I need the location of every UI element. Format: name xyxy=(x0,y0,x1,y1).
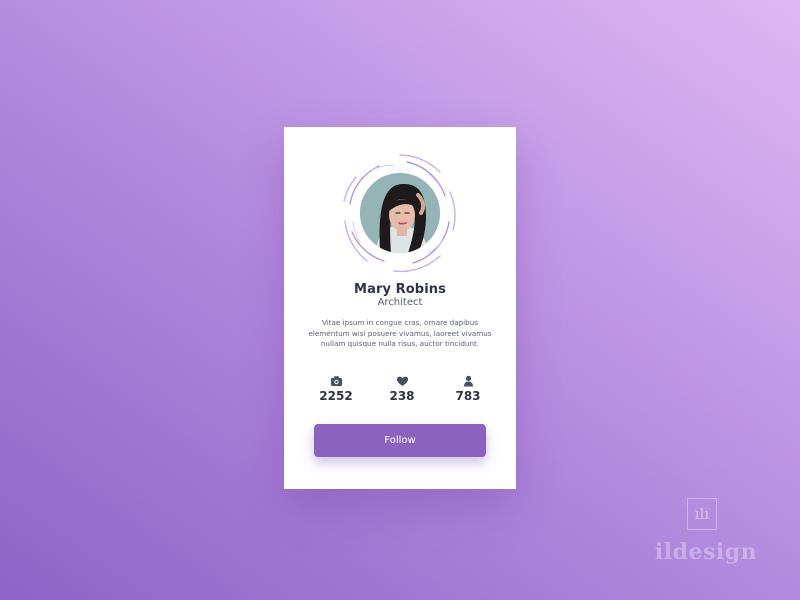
avatar xyxy=(360,173,440,253)
stat-value: 783 xyxy=(455,389,481,403)
profile-photo-icon xyxy=(360,173,440,253)
stat-likes: 238 xyxy=(372,375,432,403)
heart-icon xyxy=(396,376,408,386)
user-icon xyxy=(463,375,473,387)
watermark-logo: ılı xyxy=(687,498,717,530)
watermark-text: ildesign xyxy=(654,539,758,565)
avatar-container xyxy=(339,152,461,274)
stat-followers: 783 xyxy=(438,375,498,403)
profile-name: Mary Robins xyxy=(354,282,446,297)
watermark: ılı ildesign xyxy=(643,495,769,575)
profile-card: Mary Robins Architect Vitae ipsum in con… xyxy=(284,127,516,489)
profile-bio: Vitae ipsum in congue cras, ornare dapib… xyxy=(308,318,492,348)
profile-role: Architect xyxy=(377,297,423,308)
stat-value: 238 xyxy=(389,389,415,403)
stat-value: 2252 xyxy=(319,389,353,403)
follow-button[interactable]: Follow xyxy=(314,424,486,457)
camera-icon xyxy=(330,376,342,386)
stat-photos: 2252 xyxy=(306,375,366,403)
